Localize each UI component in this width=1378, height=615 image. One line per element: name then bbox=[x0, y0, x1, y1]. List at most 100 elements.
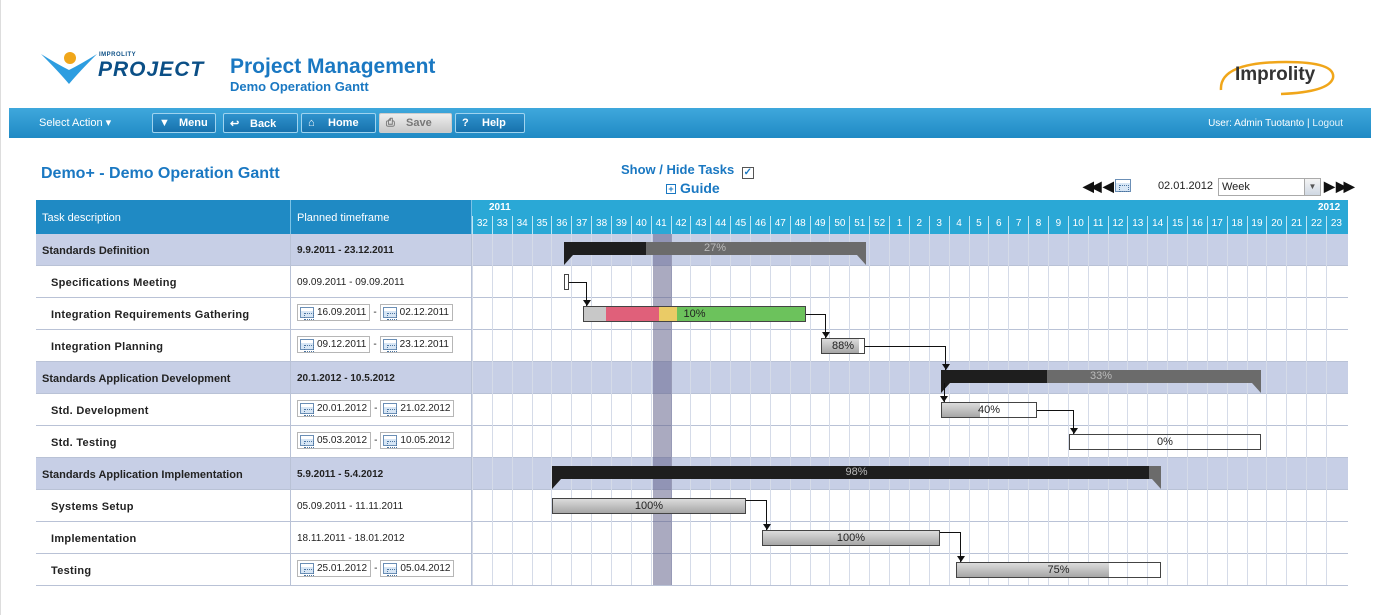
home-button[interactable]: ⌂ Home bbox=[301, 113, 376, 133]
week-gridline bbox=[1107, 234, 1109, 585]
group-bar-standards-app-development[interactable]: 33% bbox=[941, 370, 1261, 393]
week-label: 34 bbox=[511, 216, 532, 234]
double-left-arrow-icon[interactable]: ◀◀ bbox=[1083, 178, 1101, 195]
back-button[interactable]: ↩ Back bbox=[223, 113, 298, 133]
end-date-field[interactable]: 23.12.2011 bbox=[379, 336, 453, 354]
week-label: 13 bbox=[1127, 216, 1147, 234]
bar-percent-label: 98% bbox=[845, 466, 868, 478]
user-label: User: Admin Tuotanto bbox=[1208, 118, 1305, 129]
logout-link[interactable]: Logout bbox=[1312, 118, 1343, 129]
task-row[interactable]: Specifications Meeting 09.09.2011 - 09.09… bbox=[36, 266, 1348, 298]
menu-label: Menu bbox=[179, 117, 208, 129]
menu-button[interactable]: ▼ Menu bbox=[152, 113, 216, 133]
bar-percent-label: 33% bbox=[1089, 370, 1113, 382]
calendar-icon bbox=[300, 307, 314, 320]
show-hide-tasks-toggle[interactable]: Show / Hide Tasks ✓ bbox=[621, 162, 754, 179]
task-row[interactable]: Std. Development 20.01.2012-21.02.2012 bbox=[36, 394, 1348, 426]
improlity-project-logo: IMPROLITY PROJECT bbox=[39, 44, 219, 92]
end-date-field[interactable]: 21.02.2012 bbox=[380, 400, 455, 418]
task-row[interactable]: Implementation 18.11.2011 - 18.01.2012 bbox=[36, 522, 1348, 554]
calendar-icon bbox=[383, 403, 398, 416]
task-bar-std-testing[interactable]: 0% bbox=[1069, 434, 1261, 450]
grid-header: Task description Planned timeframe 2011 … bbox=[36, 200, 1348, 234]
week-gridline bbox=[1206, 234, 1208, 585]
bar-cap-left bbox=[564, 255, 573, 265]
date-input[interactable]: 02.01.2012 bbox=[1135, 178, 1215, 196]
start-date-field[interactable]: 20.01.2012 bbox=[297, 400, 372, 418]
year-label-2012: 2012 bbox=[1318, 202, 1341, 213]
week-gridline bbox=[1325, 234, 1327, 585]
end-date-field[interactable]: 05.04.2012 bbox=[380, 560, 455, 578]
app-subtitle: Demo Operation Gantt bbox=[230, 79, 369, 94]
guide-label: Guide bbox=[680, 180, 720, 196]
start-date-field[interactable]: 09.12.2011 bbox=[297, 336, 371, 354]
start-date-field[interactable]: 05.03.2012 bbox=[297, 432, 372, 450]
task-row[interactable]: Integration Planning 09.12.2011-23.12.201… bbox=[36, 330, 1348, 362]
column-header-timeframe: Planned timeframe bbox=[291, 200, 472, 234]
week-label: 45 bbox=[730, 216, 750, 234]
week-label: 14 bbox=[1147, 216, 1167, 234]
task-bar-testing[interactable]: 75% bbox=[956, 562, 1161, 578]
bar-cap-right bbox=[1252, 383, 1261, 393]
timeframe-cell: 5.9.2011 - 5.4.2012 bbox=[291, 458, 472, 489]
week-label: 18 bbox=[1226, 216, 1247, 234]
week-label: 37 bbox=[571, 216, 591, 234]
week-gridline bbox=[1147, 234, 1149, 585]
period-select[interactable]: Week ▼ bbox=[1218, 178, 1321, 196]
double-right-arrow-icon[interactable]: ▶▶ bbox=[1336, 178, 1354, 195]
week-label: 12 bbox=[1107, 216, 1128, 234]
help-label: Help bbox=[482, 117, 506, 129]
date-separator: - bbox=[373, 339, 377, 351]
left-arrow-icon[interactable]: ◀ bbox=[1103, 178, 1114, 195]
week-label: 40 bbox=[630, 216, 651, 234]
week-label: 36 bbox=[551, 216, 571, 234]
bar-progress bbox=[564, 242, 646, 255]
help-button[interactable]: ? Help bbox=[455, 113, 525, 133]
start-date-field[interactable]: 25.01.2012 bbox=[297, 560, 372, 578]
bar-progress bbox=[941, 370, 1047, 383]
task-bar-integration-requirements[interactable]: 10% bbox=[583, 306, 806, 322]
save-icon: ⎙ bbox=[386, 117, 395, 129]
bar-cap-right bbox=[1152, 479, 1161, 489]
group-bar-standards-app-implementation[interactable]: 98% bbox=[552, 466, 1161, 489]
date-separator: - bbox=[374, 403, 378, 415]
week-gridline bbox=[1246, 234, 1248, 585]
week-gridline bbox=[1286, 234, 1288, 585]
expand-plus-icon: + bbox=[666, 184, 676, 194]
week-label: 7 bbox=[1008, 216, 1028, 234]
user-info: User: Admin Tuotanto | Logout bbox=[1208, 118, 1343, 129]
calendar-icon bbox=[300, 435, 314, 448]
calendar-icon bbox=[382, 307, 397, 320]
column-header-task: Task description bbox=[36, 200, 291, 234]
task-bar-integration-planning[interactable]: 88% bbox=[821, 338, 865, 354]
bar-percent-label: 10% bbox=[683, 308, 706, 320]
year-label-2011: 2011 bbox=[489, 202, 511, 213]
guide-toggle[interactable]: + Guide bbox=[666, 180, 720, 196]
bar-cap-left bbox=[941, 383, 950, 393]
right-arrow-icon[interactable]: ▶ bbox=[1324, 178, 1335, 195]
task-bar-implementation[interactable]: 100% bbox=[762, 530, 940, 546]
week-label: 6 bbox=[988, 216, 1008, 234]
week-label: 21 bbox=[1286, 216, 1306, 234]
end-date-field[interactable]: 02.12.2011 bbox=[379, 304, 453, 322]
start-date-field[interactable]: 16.09.2011 bbox=[297, 304, 371, 322]
show-hide-checkbox[interactable]: ✓ bbox=[741, 167, 754, 179]
date-separator: - bbox=[373, 307, 377, 319]
task-bar-systems-setup[interactable]: 100% bbox=[552, 498, 746, 514]
week-label: 46 bbox=[750, 216, 770, 234]
week-gridline bbox=[472, 234, 473, 585]
week-label: 8 bbox=[1028, 216, 1048, 234]
group-bar-standards-definition[interactable]: 27% bbox=[564, 242, 866, 265]
task-name: Testing bbox=[36, 554, 291, 585]
save-button[interactable]: ⎙ Save bbox=[379, 113, 452, 133]
calendar-icon[interactable] bbox=[1115, 179, 1131, 192]
date-range-text: 18.11.2011 - 18.01.2012 bbox=[297, 533, 405, 544]
date-navigation: ◀◀ ◀ 02.01.2012 Week ▼ ▶ ▶▶ bbox=[1083, 178, 1354, 198]
week-label: 39 bbox=[611, 216, 631, 234]
select-action-menu[interactable]: Select Action ▾ bbox=[39, 116, 111, 129]
bar-percent-label: 27% bbox=[703, 242, 727, 254]
end-date-field[interactable]: 10.05.2012 bbox=[380, 432, 455, 450]
bar-cap-right bbox=[857, 255, 866, 265]
task-bar-std-development[interactable]: 40% bbox=[941, 402, 1037, 418]
chevron-down-icon: ▼ bbox=[1304, 179, 1320, 195]
